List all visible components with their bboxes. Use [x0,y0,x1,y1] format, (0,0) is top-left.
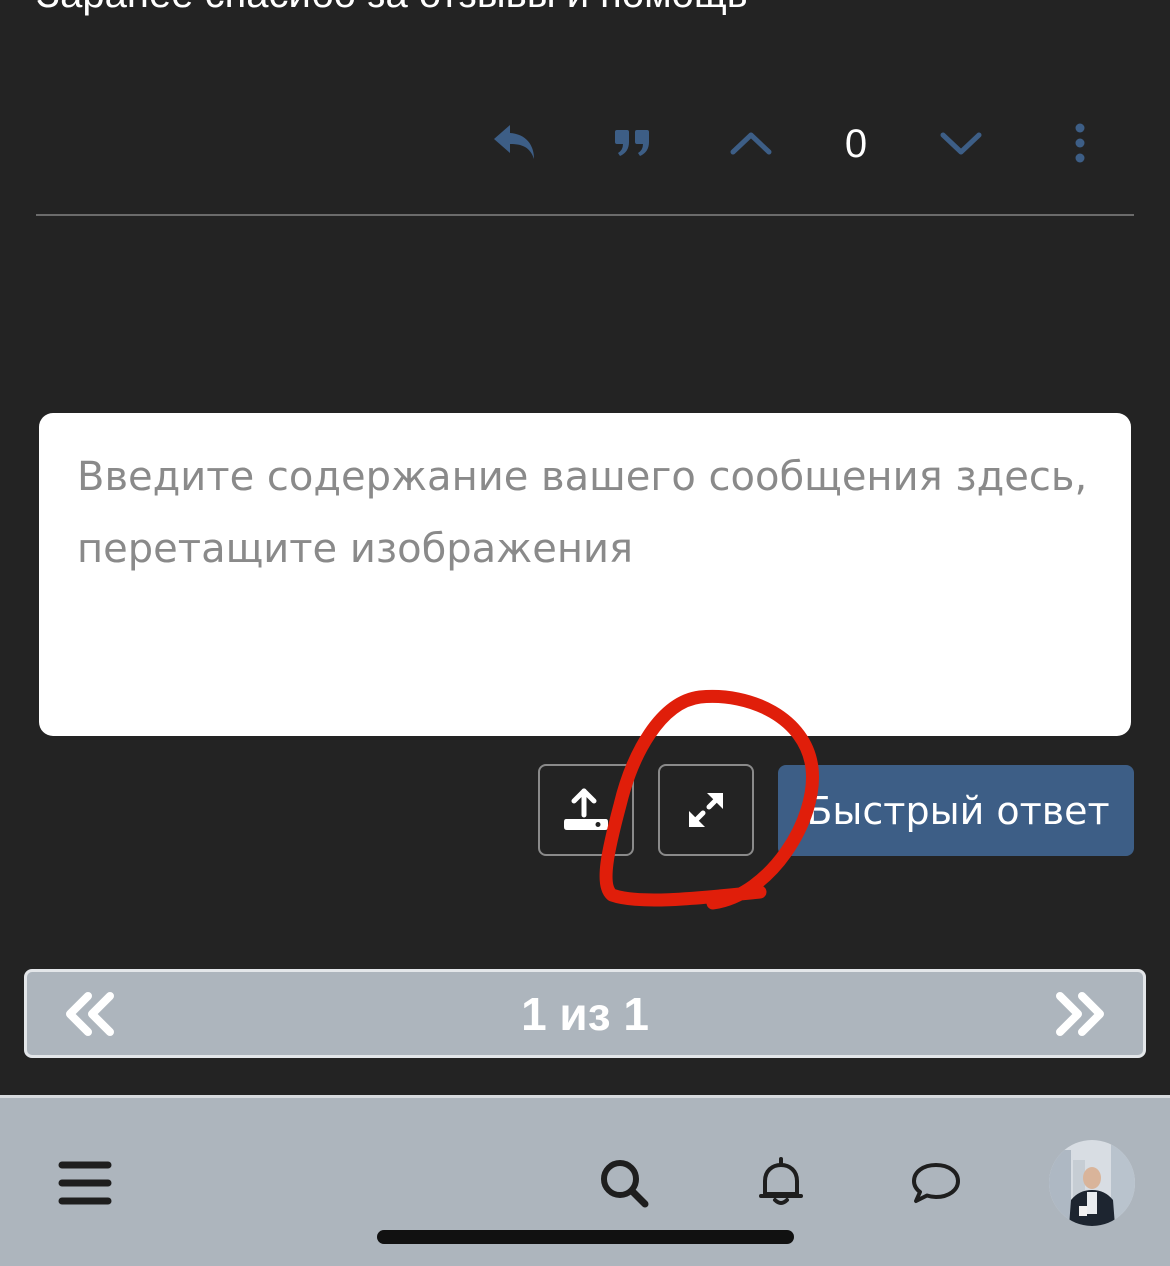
upvote-chevron-up-icon[interactable] [726,110,776,176]
more-vertical-icon[interactable] [1064,110,1096,176]
expand-editor-button[interactable] [658,764,754,856]
next-page-button[interactable] [1035,972,1125,1055]
expand-icon [689,793,723,827]
post-actions-bar: 0 [0,110,1170,176]
downvote-chevron-down-icon[interactable] [936,110,986,176]
quote-icon[interactable] [608,110,658,176]
quick-reply-button[interactable]: Быстрый ответ [778,765,1134,856]
page-indicator: 1 из 1 [521,988,649,1040]
search-button[interactable] [594,1153,654,1213]
bell-icon [759,1157,803,1205]
message-input[interactable] [39,413,1131,736]
chat-button[interactable] [906,1153,966,1213]
upload-icon [564,788,608,830]
user-avatar[interactable] [1049,1140,1135,1226]
post-divider [36,214,1134,216]
menu-button[interactable] [55,1153,115,1213]
post-text: Заранее спасибо за отзывы и помощь [36,0,748,16]
notifications-button[interactable] [751,1152,811,1212]
search-icon [601,1160,649,1208]
pagination-bar: 1 из 1 [24,969,1146,1058]
reply-icon[interactable] [488,110,542,176]
upload-button[interactable] [538,764,634,856]
chat-bubble-icon [912,1163,960,1203]
home-indicator [377,1230,794,1244]
bottom-navigation [0,1095,1170,1266]
double-chevron-right-icon [1056,991,1104,1036]
menu-icon [58,1161,112,1205]
vote-count: 0 [844,122,868,166]
